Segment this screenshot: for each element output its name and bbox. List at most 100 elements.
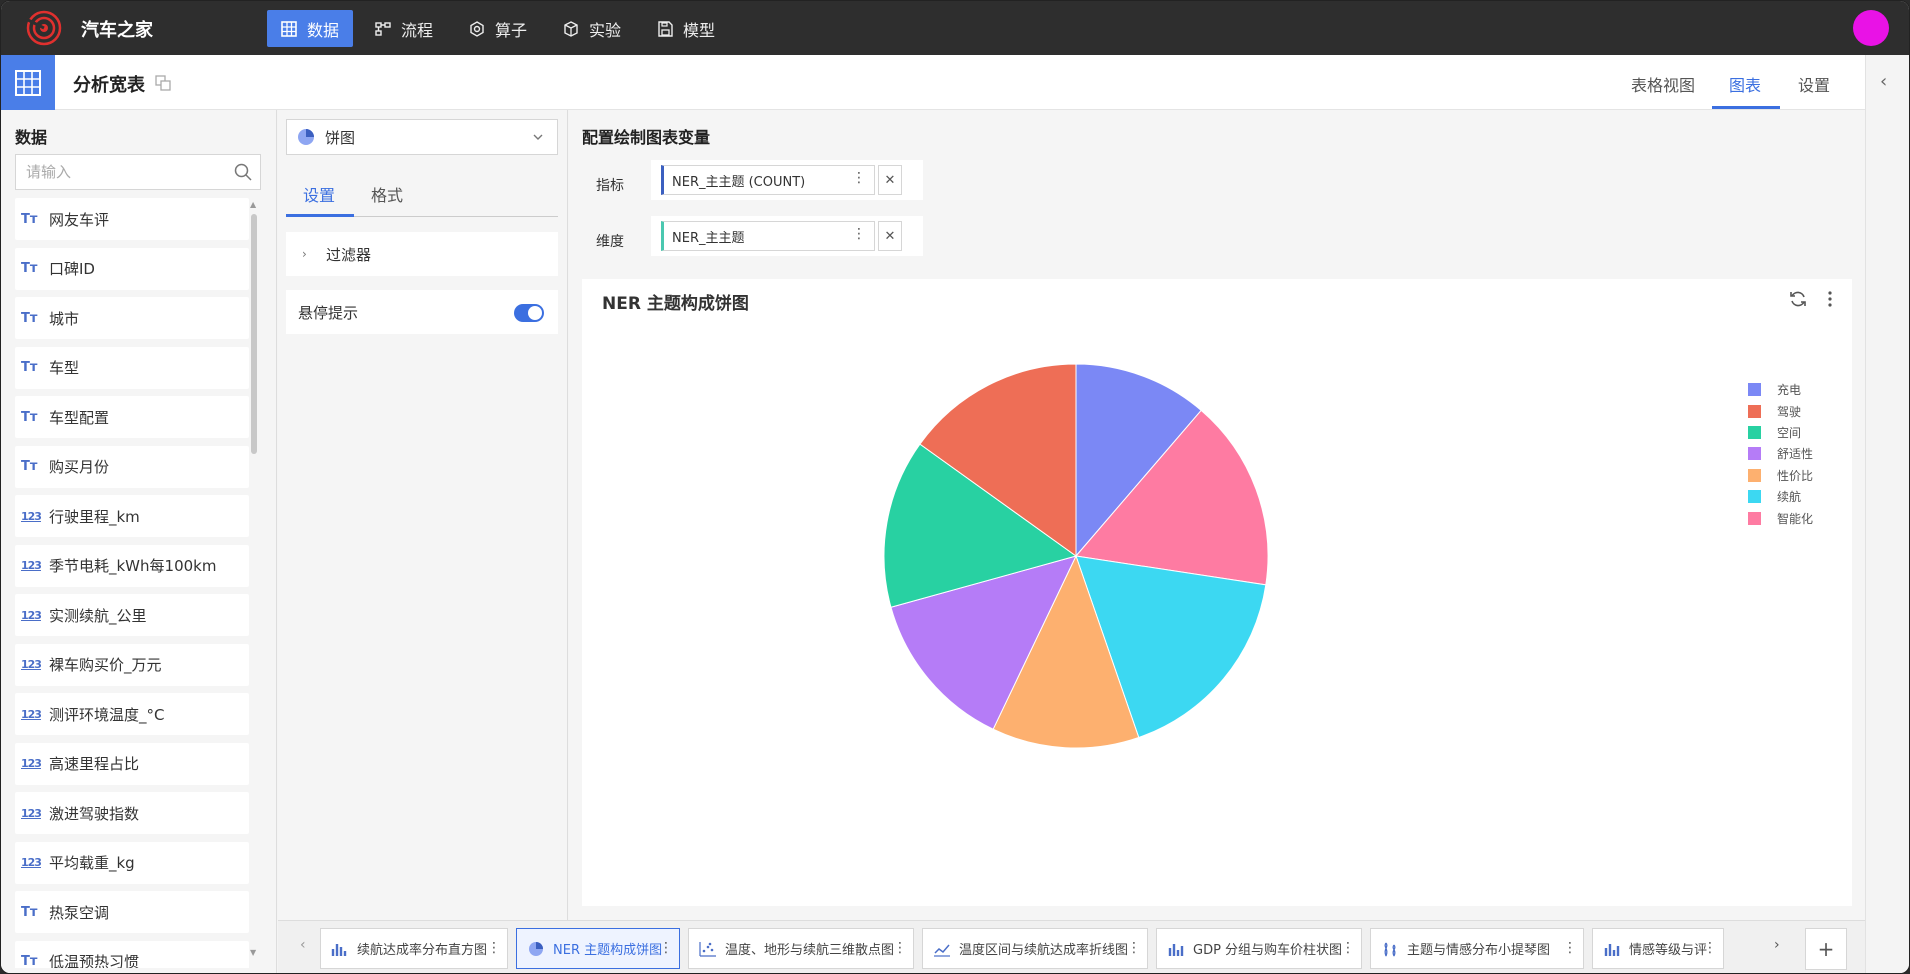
remove-dimension-button[interactable]: ✕ — [878, 221, 902, 251]
nav-tab-experiments[interactable]: 实验 — [549, 10, 635, 47]
search-icon[interactable] — [234, 163, 252, 181]
more-icon[interactable]: ⋮ — [852, 170, 866, 186]
nav-tab-label: 流程 — [401, 20, 434, 40]
text-type-icon: Tт — [21, 310, 38, 326]
field-item[interactable]: Tт 购买月份 — [15, 445, 249, 488]
search-input[interactable] — [26, 163, 226, 181]
legend-item[interactable]: 充电 — [1748, 379, 1813, 400]
legend-item[interactable]: 智能化 — [1748, 507, 1813, 528]
tooltip-toggle[interactable] — [514, 304, 544, 322]
numeric-type-icon: 123 — [21, 559, 42, 572]
field-item[interactable]: 123 行驶里程_km — [15, 495, 249, 537]
cube-icon — [564, 20, 578, 37]
nav-tab-data[interactable]: 数据 — [267, 10, 354, 47]
chart-tab[interactable]: NER 主题构成饼图 ⋮ — [516, 928, 680, 969]
view-tab-table[interactable]: 表格视图 — [1631, 72, 1695, 96]
dimension-chip[interactable]: NER_主主题 ⋮ — [661, 221, 875, 251]
legend-item[interactable]: 性价比 — [1748, 465, 1813, 486]
scrollbar[interactable] — [251, 214, 257, 454]
view-tab-settings[interactable]: 设置 — [1798, 72, 1830, 96]
grid-view-button[interactable] — [1, 55, 55, 110]
text-type-icon: Tт — [21, 954, 38, 968]
chart-tab[interactable]: 温度、地形与续航三维散点图 ⋮ — [688, 928, 914, 969]
numeric-type-icon: 123 — [21, 509, 42, 523]
chart-workspace: 配置绘制图表变量 指标 NER_主主题 (COUNT) ⋮ ✕ 维度 NER_主… — [569, 110, 1865, 920]
field-item[interactable]: Tт 车型 — [15, 346, 249, 389]
right-rail: ‹ — [1865, 55, 1909, 973]
nav-tab-models[interactable]: 模型 — [643, 10, 729, 47]
legend-item[interactable]: 空间 — [1748, 422, 1813, 443]
chart-tab-label: 主题与情感分布小提琴图 — [1407, 943, 1551, 958]
chart-tab[interactable]: 温度区间与续航达成率折线图 ⋮ — [922, 928, 1148, 969]
copy-icon[interactable] — [155, 75, 171, 91]
data-panel: 数据 Tт 网友车评 Tт 口碑ID Tт 城市 Tт 车型 Tт 车型配置 Tт 购买月份 123 行驶… — [1, 110, 277, 973]
grid-icon — [15, 69, 41, 96]
more-icon[interactable]: ⋮ — [852, 226, 866, 242]
dimension-slot: NER_主主题 ⋮ ✕ — [651, 216, 923, 256]
field-item[interactable]: Tт 低温预热习惯 — [15, 940, 249, 968]
numeric-type-icon: 123 — [21, 856, 42, 869]
more-icon[interactable]: ⋮ — [659, 940, 673, 956]
avatar[interactable] — [1853, 10, 1889, 46]
field-item[interactable]: 123 激进驾驶指数 — [15, 792, 249, 834]
chevron-left-icon[interactable]: ‹ — [1880, 71, 1896, 92]
remove-metric-button[interactable]: ✕ — [878, 165, 902, 195]
field-item[interactable]: 123 裸车购买价_万元 — [15, 643, 249, 686]
field-item[interactable]: 123 高速里程占比 — [15, 742, 249, 785]
more-icon[interactable]: ⋮ — [1341, 940, 1355, 956]
nav-tab-flow[interactable]: 流程 — [361, 10, 447, 47]
tab-format[interactable]: 格式 — [371, 182, 403, 206]
chart-tab[interactable]: 续航达成率分布直方图 ⋮ — [320, 928, 508, 969]
chevron-left-icon[interactable]: ‹ — [300, 937, 306, 953]
text-type-icon: Tт — [21, 459, 38, 474]
field-item[interactable]: Tт 网友车评 — [15, 198, 249, 240]
chart-type-select[interactable]: 饼图 — [286, 119, 558, 155]
nav-tab-label: 实验 — [589, 20, 622, 40]
legend-item[interactable]: 驾驶 — [1748, 400, 1813, 421]
text-type-icon: Tт — [21, 360, 38, 375]
field-item[interactable]: 123 平均载重_kg — [15, 841, 249, 884]
more-icon[interactable]: ⋮ — [893, 940, 907, 956]
field-item[interactable]: 123 季节电耗_kWh每100km — [15, 544, 249, 587]
nav-tab-operators[interactable]: 算子 — [455, 10, 541, 47]
metric-chip[interactable]: NER_主主题 (COUNT) ⋮ — [661, 165, 875, 195]
field-name: 车型 — [49, 359, 80, 377]
field-item[interactable]: Tт 热泵空调 — [15, 891, 249, 933]
tooltip-label: 悬停提示 — [298, 303, 359, 322]
scroll-up-icon[interactable]: ▲ — [250, 200, 256, 209]
chart-tab[interactable]: GDP 分组与购车价柱状图 ⋮ — [1156, 928, 1362, 969]
field-item[interactable]: Tт 车型配置 — [15, 396, 249, 438]
more-icon[interactable]: ⋮ — [1563, 940, 1577, 956]
filter-label: 过滤器 — [326, 245, 372, 264]
more-icon[interactable]: ⋮ — [1127, 940, 1141, 956]
field-item[interactable]: Tт 口碑ID — [15, 247, 249, 290]
field-item[interactable]: 123 测评环境温度_°C — [15, 693, 249, 735]
numeric-type-icon: 123 — [21, 757, 42, 770]
legend-label: 空间 — [1777, 425, 1802, 440]
flow-icon — [375, 21, 391, 36]
more-icon[interactable]: ⋮ — [487, 940, 501, 956]
pie-icon — [529, 941, 543, 956]
filter-section[interactable]: › 过滤器 — [286, 232, 558, 276]
legend-swatch — [1748, 490, 1761, 504]
field-item[interactable]: Tт 城市 — [15, 297, 249, 339]
numeric-type-icon: 123 — [21, 658, 42, 671]
tab-settings[interactable]: 设置 — [303, 182, 335, 206]
chart-tab[interactable]: 情感等级与评 ⋮ — [1592, 928, 1724, 969]
chevron-right-icon[interactable]: › — [1774, 937, 1780, 953]
chart-tab[interactable]: 主题与情感分布小提琴图 ⋮ — [1370, 928, 1584, 969]
field-name: 热泵空调 — [49, 903, 110, 922]
save-icon — [658, 20, 673, 37]
more-icon[interactable]: ⋮ — [1703, 940, 1717, 956]
chart-tab-label: 温度区间与续航达成率折线图 — [959, 943, 1129, 958]
legend-item[interactable]: 舒适性 — [1748, 443, 1813, 464]
add-chart-tab-button[interactable]: + — [1805, 928, 1847, 970]
scroll-down-icon[interactable]: ▼ — [250, 948, 256, 957]
line-icon — [934, 944, 950, 957]
chevron-right-icon: › — [302, 247, 307, 261]
field-name: 高速里程占比 — [49, 755, 140, 773]
view-tab-chart[interactable]: 图表 — [1729, 72, 1761, 96]
legend-item[interactable]: 续航 — [1748, 486, 1813, 507]
field-item[interactable]: 123 实测续航_公里 — [15, 594, 249, 636]
field-name: 低温预热习惯 — [49, 953, 140, 968]
